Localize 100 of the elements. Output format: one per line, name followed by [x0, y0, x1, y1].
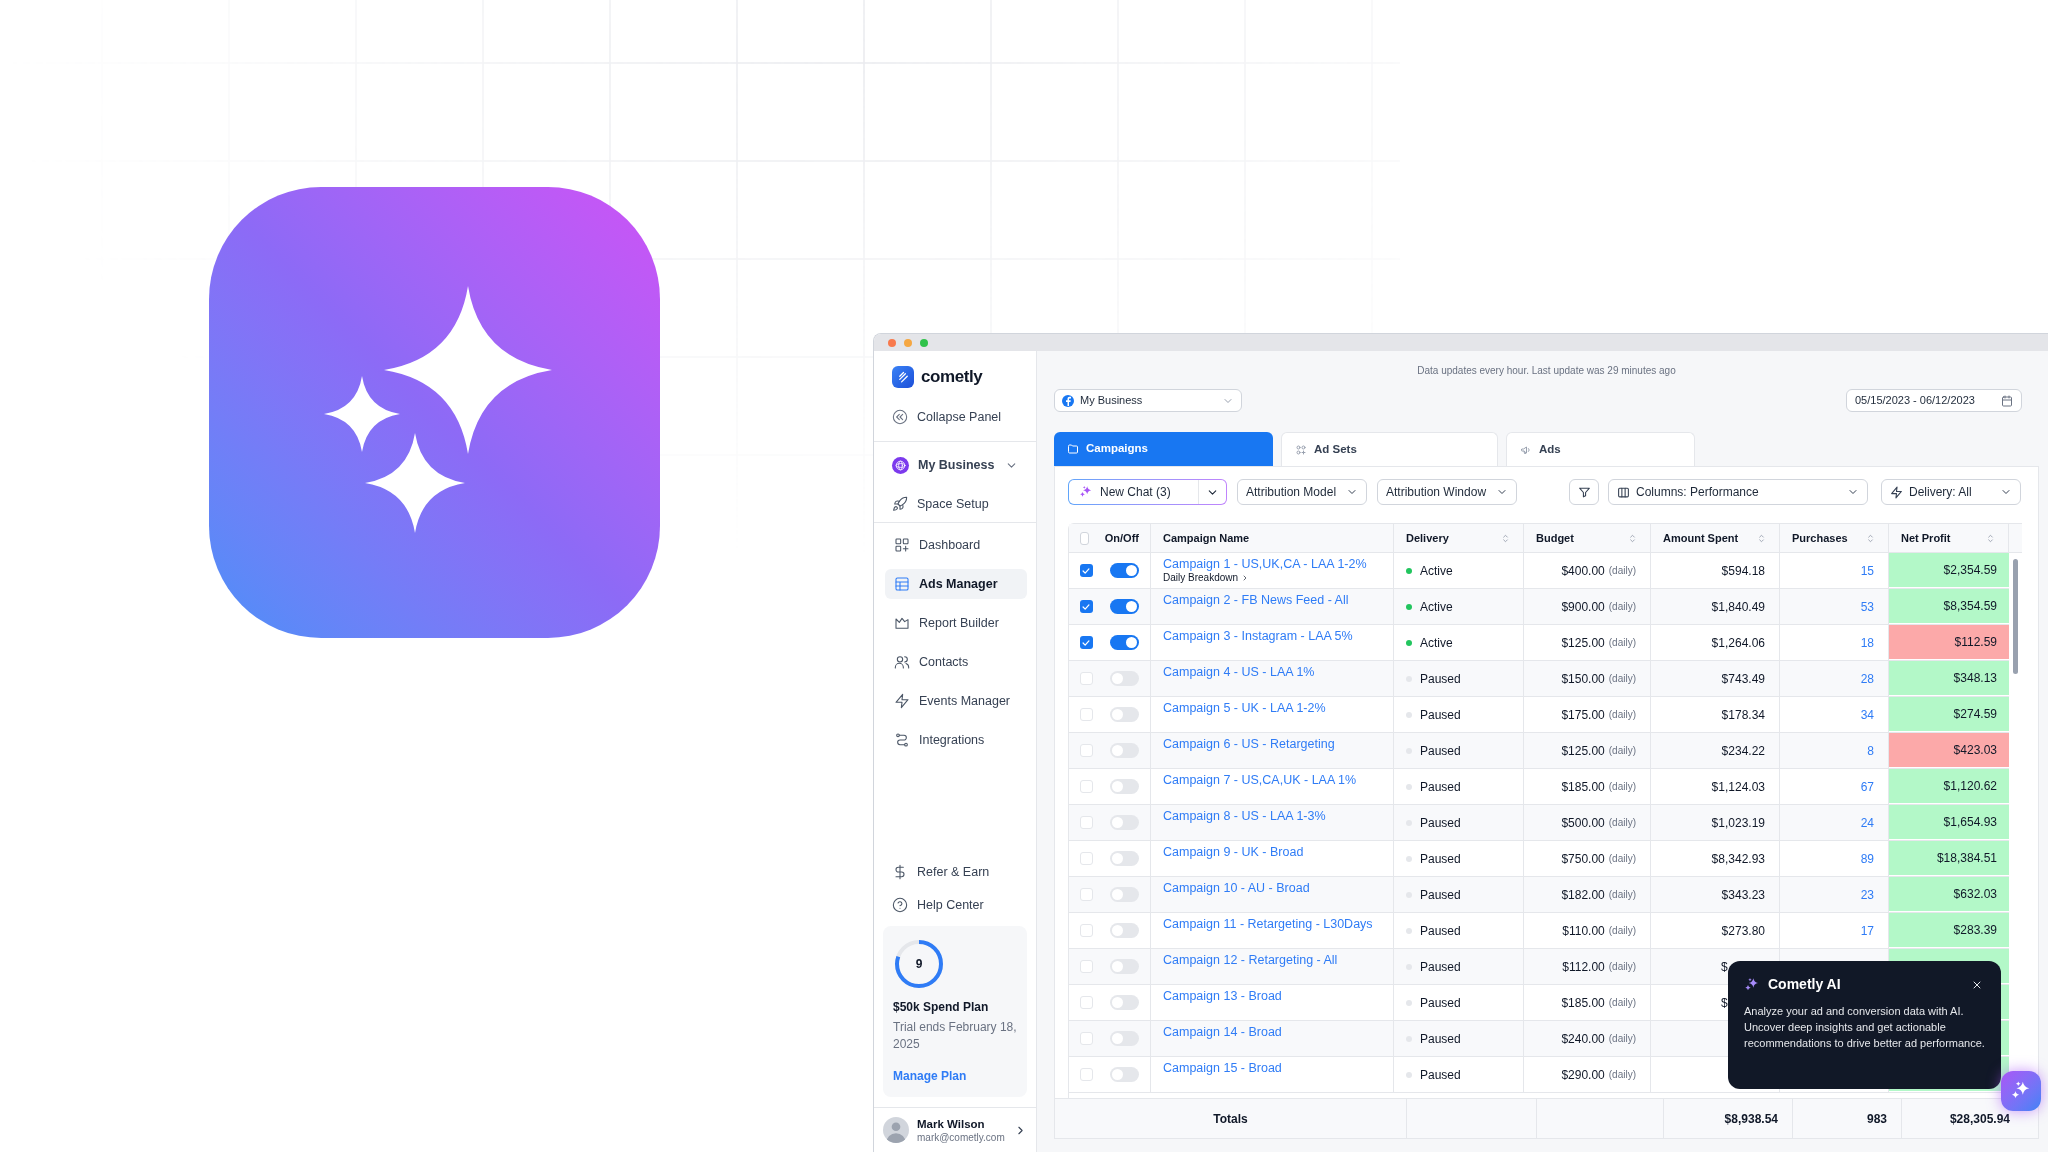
toolbar-dropdown[interactable]: Columns: Performance — [1608, 479, 1868, 505]
filter-button[interactable] — [1569, 479, 1599, 505]
amount-spent: $1,124.03 — [1711, 778, 1765, 796]
sidebar-item[interactable]: Dashboard — [885, 530, 1027, 560]
totals-label: Totals — [1213, 1110, 1248, 1128]
tab[interactable]: Campaigns — [1054, 432, 1273, 466]
campaign-link[interactable]: Campaign 3 - Instagram - LAA 5% — [1163, 629, 1381, 644]
sidebar-item[interactable]: Collapse Panel — [883, 402, 1027, 432]
row-checkbox[interactable] — [1080, 888, 1093, 901]
budget-period: (daily) — [1608, 816, 1636, 830]
campaign-link[interactable]: Campaign 13 - Broad — [1163, 989, 1381, 1004]
row-checkbox[interactable] — [1080, 780, 1093, 793]
row-checkbox[interactable] — [1080, 744, 1093, 757]
row-checkbox[interactable] — [1080, 600, 1093, 613]
scrollbar-thumb[interactable] — [2013, 559, 2018, 674]
chat-split-button[interactable]: New Chat (3) — [1068, 479, 1227, 505]
campaign-link[interactable]: Campaign 11 - Retargeting - L30Days — [1163, 917, 1381, 932]
column-header[interactable]: On/Off — [1104, 529, 1139, 547]
row-checkbox[interactable] — [1080, 960, 1093, 973]
sidebar-item[interactable]: Ads Manager — [885, 569, 1027, 599]
purchase-count[interactable]: 28 — [1860, 669, 1874, 688]
toolbar-dropdown[interactable]: Attribution Window — [1377, 479, 1517, 505]
row-checkbox[interactable] — [1080, 672, 1093, 685]
sidebar-item[interactable]: Report Builder — [885, 608, 1027, 638]
row-checkbox[interactable] — [1080, 852, 1093, 865]
tab[interactable]: Ads — [1506, 432, 1695, 466]
purchase-count[interactable]: 17 — [1860, 921, 1874, 940]
purchase-count[interactable]: 24 — [1860, 813, 1874, 832]
purchase-count[interactable]: 8 — [1867, 741, 1874, 760]
row-checkbox[interactable] — [1080, 1068, 1093, 1081]
purchase-count[interactable]: 89 — [1860, 849, 1874, 868]
toggle-switch[interactable] — [1109, 779, 1139, 794]
profit-cell: $112.59 — [1889, 625, 2009, 660]
campaign-link[interactable]: Campaign 15 - Broad — [1163, 1061, 1381, 1076]
breakdown-link[interactable]: Daily Breakdown — [1163, 572, 1250, 584]
tab[interactable]: Ad Sets — [1281, 432, 1498, 466]
date-range-field[interactable]: 05/15/2023 - 06/12/2023 — [1846, 389, 2022, 412]
column-header[interactable]: Budget — [1536, 529, 1638, 547]
campaign-link[interactable]: Campaign 1 - US,UK,CA - LAA 1-2% — [1163, 557, 1381, 572]
account-dropdown[interactable]: My Business — [1054, 389, 1242, 412]
sidebar-item[interactable]: Contacts — [885, 647, 1027, 677]
campaign-link[interactable]: Campaign 10 - AU - Broad — [1163, 881, 1381, 896]
sparkles-icon — [1079, 485, 1093, 499]
row-checkbox[interactable] — [1080, 996, 1093, 1009]
sidebar-item[interactable]: Integrations — [885, 725, 1027, 755]
row-checkbox[interactable] — [1080, 564, 1093, 577]
campaign-link[interactable]: Campaign 12 - Retargeting - All — [1163, 953, 1381, 968]
sidebar-item[interactable]: Help Center — [883, 890, 1027, 920]
sidebar-item[interactable]: My Business — [883, 450, 1027, 480]
toggle-switch[interactable] — [1109, 563, 1139, 578]
toggle-switch[interactable] — [1109, 995, 1139, 1010]
select-all-checkbox[interactable] — [1080, 531, 1089, 545]
toggle-switch[interactable] — [1109, 1031, 1139, 1046]
toggle-switch[interactable] — [1109, 707, 1139, 722]
campaign-link[interactable]: Campaign 9 - UK - Broad — [1163, 845, 1381, 860]
column-header[interactable]: Net Profit — [1901, 529, 1996, 547]
row-checkbox[interactable] — [1080, 636, 1093, 649]
toggle-switch[interactable] — [1109, 959, 1139, 974]
budget-period: (daily) — [1608, 960, 1636, 974]
campaign-link[interactable]: Campaign 8 - US - LAA 1-3% — [1163, 809, 1381, 824]
toggle-switch[interactable] — [1109, 671, 1139, 686]
avatar-icon — [883, 1117, 909, 1143]
column-header[interactable]: Delivery — [1406, 529, 1511, 547]
purchase-count[interactable]: 34 — [1860, 705, 1874, 724]
toggle-switch[interactable] — [1109, 1067, 1139, 1082]
row-checkbox[interactable] — [1080, 708, 1093, 721]
toggle-switch[interactable] — [1109, 599, 1139, 614]
toolbar-dropdown[interactable]: Attribution Model — [1237, 479, 1367, 505]
toggle-switch[interactable] — [1109, 923, 1139, 938]
profit-cell: $1,120.62 — [1889, 769, 2009, 804]
user-menu[interactable]: Mark Wilson mark@cometly.com — [874, 1108, 1036, 1152]
row-checkbox[interactable] — [1080, 924, 1093, 937]
manage-plan-link[interactable]: Manage Plan — [893, 1067, 1017, 1085]
column-header[interactable]: Amount Spent — [1663, 529, 1767, 547]
toolbar-dropdown[interactable]: Delivery: All — [1881, 479, 2021, 505]
purchase-count[interactable]: 53 — [1860, 597, 1874, 616]
campaign-link[interactable]: Campaign 6 - US - Retargeting — [1163, 737, 1381, 752]
campaign-link[interactable]: Campaign 2 - FB News Feed - All — [1163, 593, 1381, 608]
purchase-count[interactable]: 18 — [1860, 633, 1874, 652]
column-header[interactable]: Purchases — [1792, 529, 1876, 547]
purchase-count[interactable]: 23 — [1860, 885, 1874, 904]
purchase-count[interactable]: 67 — [1860, 777, 1874, 796]
campaign-link[interactable]: Campaign 4 - US - LAA 1% — [1163, 665, 1381, 680]
campaign-link[interactable]: Campaign 5 - UK - LAA 1-2% — [1163, 701, 1381, 716]
toggle-switch[interactable] — [1109, 887, 1139, 902]
toggle-switch[interactable] — [1109, 743, 1139, 758]
row-checkbox[interactable] — [1080, 816, 1093, 829]
ai-assistant-button[interactable] — [2001, 1071, 2041, 1111]
toggle-switch[interactable] — [1109, 851, 1139, 866]
campaign-link[interactable]: Campaign 14 - Broad — [1163, 1025, 1381, 1040]
sidebar-item[interactable]: Events Manager — [885, 686, 1027, 716]
sidebar-item[interactable]: Refer & Earn — [883, 857, 1027, 887]
campaign-link[interactable]: Campaign 7 - US,CA,UK - LAA 1% — [1163, 773, 1381, 788]
purchase-count[interactable]: 15 — [1860, 561, 1874, 580]
row-checkbox[interactable] — [1080, 1032, 1093, 1045]
toggle-switch[interactable] — [1109, 815, 1139, 830]
toggle-switch[interactable] — [1109, 635, 1139, 650]
sidebar-item[interactable]: Space Setup — [883, 489, 1027, 519]
column-header[interactable]: Campaign Name — [1163, 529, 1381, 547]
logo-icon — [892, 366, 914, 388]
